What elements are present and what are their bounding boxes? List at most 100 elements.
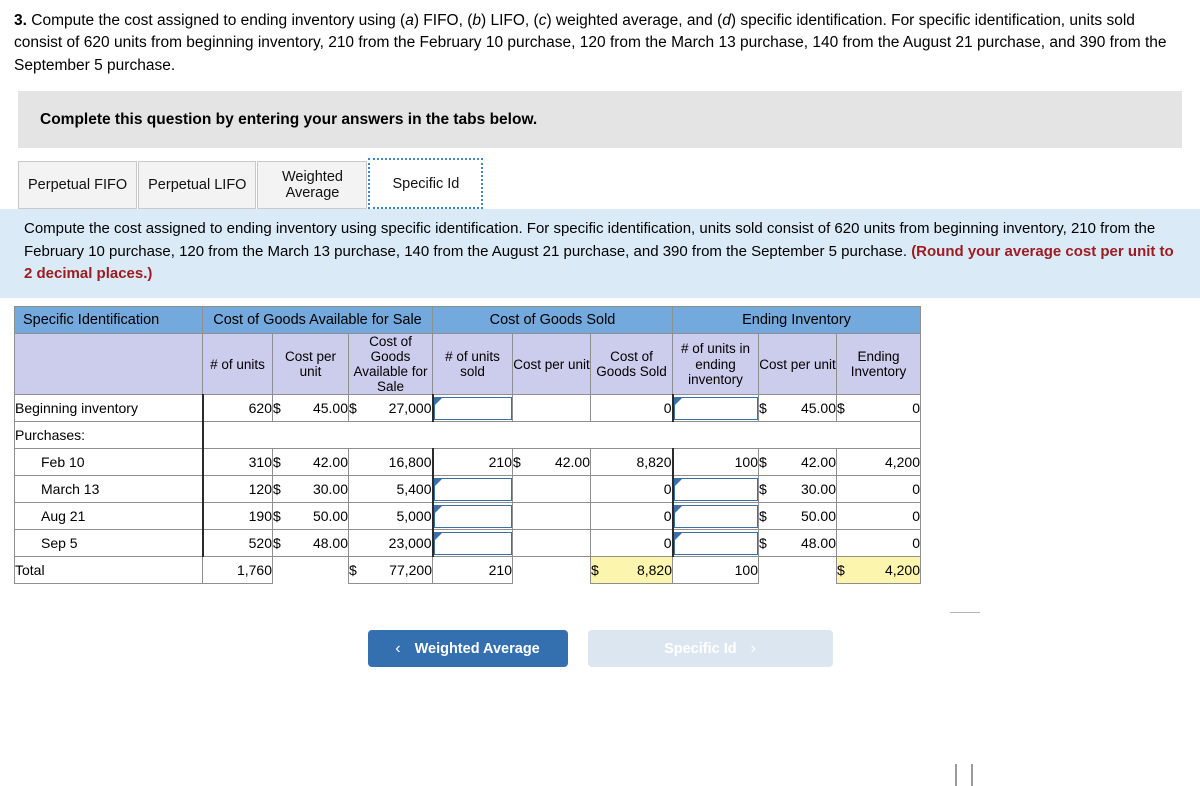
sold-units-input-march13[interactable] (433, 477, 512, 501)
cell-avail-total-beginning: $ 27,000 (348, 394, 434, 423)
cell-ending-total-aug21: 0 (836, 502, 921, 531)
corner-header: Specific Identification (14, 305, 203, 334)
ending-units-input-march13[interactable] (673, 477, 758, 501)
sold-units-input-aug21[interactable] (433, 504, 512, 528)
cell-avail-cost-aug21: $ 50.00 (272, 502, 349, 531)
question-number: 3. (14, 12, 27, 29)
cell-avail-cost-feb10: $ 42.00 (272, 448, 349, 477)
row-label-march-13: March 13 (14, 475, 203, 504)
cell-sold-cost-aug21 (512, 502, 591, 531)
currency-symbol: $ (837, 562, 845, 579)
cell-sold-total-aug21: 0 (590, 502, 674, 531)
cell-sold-cost-sep5 (512, 529, 591, 558)
group-header-cogs: Cost of Goods Sold (432, 305, 673, 334)
input-cell-sold-units-aug21[interactable] (432, 502, 513, 531)
chevron-right-icon: › (750, 639, 756, 657)
purchases-spacer-cell (201, 421, 921, 450)
value: 8,820 (636, 562, 672, 579)
currency-symbol: $ (759, 481, 767, 498)
table-row: March 13 120 $ 30.00 5,400 0 $ 30.00 0 (14, 475, 921, 504)
value: 45.00 (800, 400, 836, 417)
input-cell-sold-units-beginning[interactable] (432, 394, 513, 423)
group-header-row: Specific Identification Cost of Goods Av… (14, 305, 921, 334)
sub-header-row: # of units Cost per unit Cost of Goods A… (14, 332, 921, 396)
tab-perpetual-fifo[interactable]: Perpetual FIFO (18, 161, 138, 210)
input-cell-sold-units-sep5[interactable] (432, 529, 513, 558)
cell-avail-total-aug21: 5,000 (348, 502, 434, 531)
cell-total-avail-total: $ 77,200 (348, 556, 433, 585)
sub-header-ending-cost-per-unit: Cost per unit (758, 332, 837, 396)
input-cell-ending-units-march13[interactable] (672, 475, 759, 504)
cell-total-sold-units: 210 (432, 556, 513, 585)
inventory-table: Specific Identification Cost of Goods Av… (14, 305, 921, 585)
input-cell-ending-units-sep5[interactable] (672, 529, 759, 558)
sold-units-input-sep5[interactable] (433, 531, 512, 555)
cell-avail-units-aug21: 190 (201, 502, 273, 531)
value: 42.00 (554, 454, 590, 471)
cell-ending-cost-march13: $ 30.00 (758, 475, 837, 504)
currency-symbol: $ (759, 454, 767, 471)
value: 27,000 (388, 400, 432, 417)
value: 42.00 (800, 454, 836, 471)
table-row: Aug 21 190 $ 50.00 5,000 0 $ 50.00 0 (14, 502, 921, 531)
currency-symbol: $ (349, 562, 357, 579)
cell-avail-cost-sep5: $ 48.00 (272, 529, 349, 558)
cell-sold-units-feb10[interactable]: 210 (432, 448, 513, 477)
value: 30.00 (312, 481, 348, 498)
sub-header-avail-units: # of units (202, 332, 273, 396)
table-row: Purchases: (14, 421, 921, 450)
column-resize-handle[interactable] (955, 763, 973, 786)
input-cell-ending-units-beginning[interactable] (672, 394, 759, 423)
cell-ending-units-feb10[interactable]: 100 (672, 448, 759, 477)
cell-ending-cost-sep5: $ 48.00 (758, 529, 837, 558)
table-row: Sep 5 520 $ 48.00 23,000 0 $ 48.00 0 (14, 529, 921, 558)
currency-symbol: $ (759, 508, 767, 525)
cell-sold-cost-march13 (512, 475, 591, 504)
currency-symbol: $ (273, 481, 281, 498)
ending-units-input-beginning[interactable] (673, 396, 758, 420)
value: 45.00 (312, 400, 348, 417)
tab-specific-id[interactable]: Specific Id (368, 158, 484, 210)
tab-perpetual-lifo[interactable]: Perpetual LIFO (138, 161, 257, 210)
table-row: Beginning inventory 620 $ 45.00 $ 27,000… (14, 394, 921, 423)
question-text: Compute the cost assigned to ending inve… (14, 12, 1167, 74)
currency-symbol: $ (591, 562, 599, 579)
value: 50.00 (800, 508, 836, 525)
sub-header-sold-units: # of units sold (432, 332, 513, 396)
value: 30.00 (800, 481, 836, 498)
sub-header-blank (14, 332, 203, 396)
prev-button-label: Weighted Average (414, 640, 540, 657)
cell-total-sold-cost-blank (512, 556, 591, 584)
group-header-ending-inventory: Ending Inventory (672, 305, 921, 334)
prev-weighted-average-button[interactable]: ‹ Weighted Average (367, 630, 568, 667)
input-cell-ending-units-aug21[interactable] (672, 502, 759, 531)
banner-label: Complete this question by entering your … (40, 110, 538, 128)
row-label-sep-5: Sep 5 (14, 529, 203, 558)
currency-symbol: $ (759, 535, 767, 552)
ending-units-input-sep5[interactable] (673, 531, 758, 555)
cell-total-avail-units: 1,760 (202, 556, 273, 585)
currency-symbol: $ (759, 400, 767, 417)
input-cell-sold-units-march13[interactable] (432, 475, 513, 504)
currency-symbol: $ (273, 454, 281, 471)
cell-ending-total-sep5: 0 (836, 529, 921, 558)
cell-sold-total-march13: 0 (590, 475, 674, 504)
cell-ending-total-march13: 0 (836, 475, 921, 504)
chevron-left-icon: ‹ (395, 639, 401, 657)
ending-units-input-aug21[interactable] (673, 504, 758, 528)
group-header-cogafs: Cost of Goods Available for Sale (202, 305, 433, 334)
cell-total-avail-cost-blank (272, 556, 349, 584)
currency-symbol: $ (273, 508, 281, 525)
table-row-total: Total 1,760 $ 77,200 210 $ 8,820 100 $ 4… (14, 556, 921, 585)
currency-symbol: $ (513, 454, 521, 471)
cell-avail-cost-march13: $ 30.00 (272, 475, 349, 504)
tab-weighted-average[interactable]: Weighted Average (257, 161, 368, 210)
cell-sold-total-feb10: 8,820 (590, 448, 674, 477)
worksheet-navigation: ‹ Weighted Average Specific Id › (0, 630, 1200, 667)
row-label-total: Total (14, 556, 203, 585)
sub-header-sold-cost-per-unit: Cost per unit (512, 332, 591, 396)
complete-question-banner: Complete this question by entering your … (18, 91, 1182, 149)
currency-symbol: $ (837, 400, 845, 417)
sold-units-input-beginning[interactable] (433, 396, 512, 420)
next-specific-id-button[interactable]: Specific Id › (587, 630, 833, 667)
